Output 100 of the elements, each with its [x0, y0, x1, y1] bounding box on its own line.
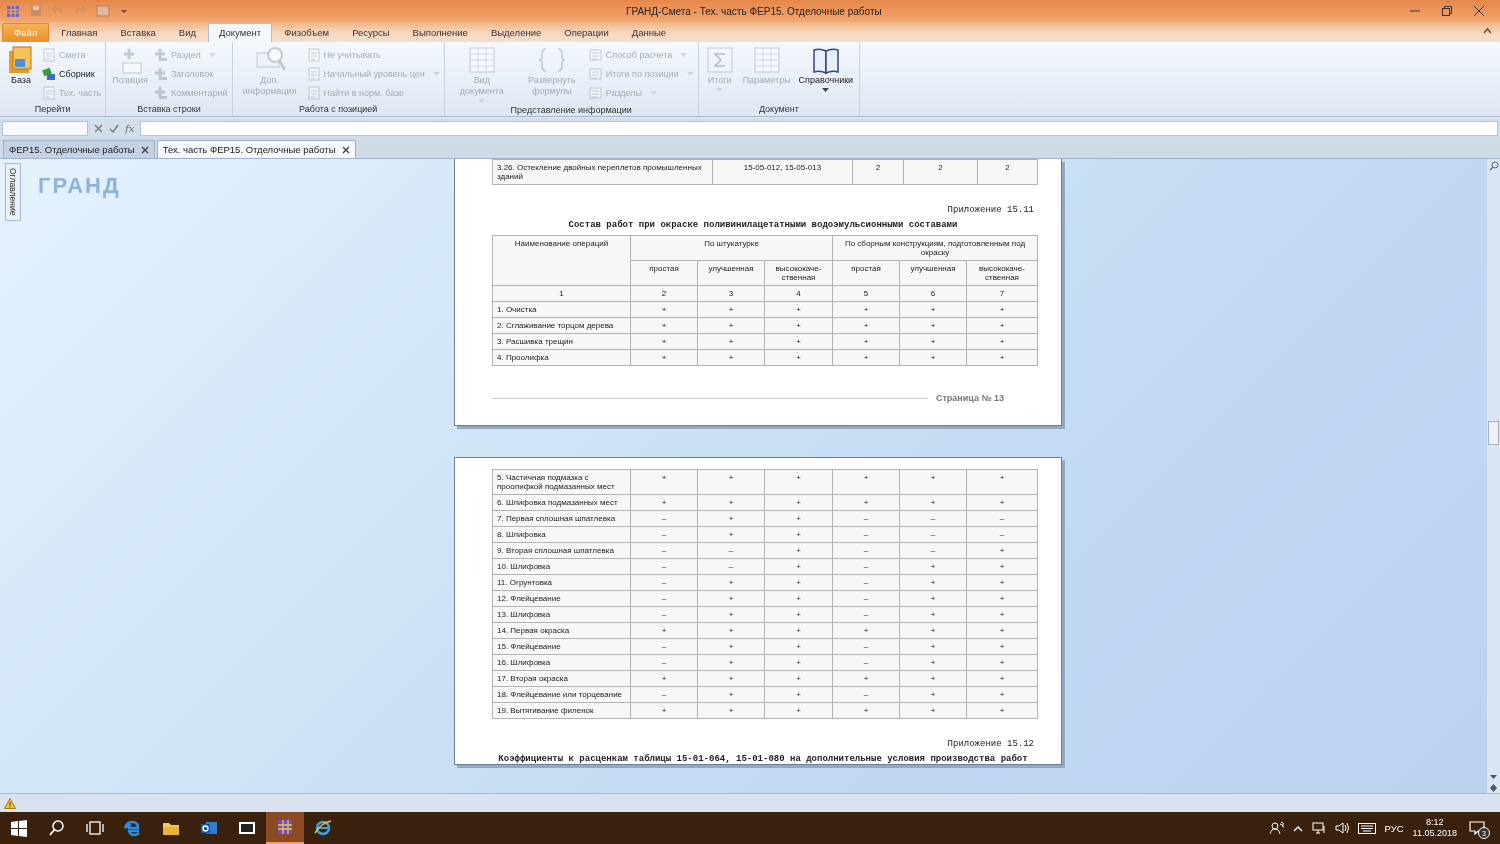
- table-cell: 5. Частичная подмазка с проолифкой подмазанных мест: [492, 469, 631, 495]
- zoom-icon[interactable]: [1488, 161, 1499, 171]
- ribbon-button[interactable]: База: [4, 45, 38, 103]
- document-icon: [306, 86, 321, 100]
- table-cell: 2: [903, 159, 978, 185]
- document-icon: [42, 86, 56, 100]
- list-icon: [588, 67, 603, 81]
- volume-icon[interactable]: [1334, 822, 1349, 834]
- clock-date[interactable]: 11.05.2018: [1412, 828, 1457, 839]
- table-cell: +: [966, 469, 1038, 495]
- caret-down-icon: [716, 88, 724, 93]
- document-icon: [306, 67, 321, 81]
- arrow-down-icon[interactable]: [1490, 775, 1497, 780]
- function-button[interactable]: fx: [125, 122, 135, 134]
- table-cell: +: [764, 469, 833, 495]
- table-title: Коэффициенты к расценкам таблицы 15-01-064, 15-01-080 на дополнительные условия производства работ: [497, 754, 1029, 764]
- arrow-down-icon[interactable]: [1490, 788, 1497, 793]
- column-header: Наименование операций: [492, 235, 631, 286]
- window-title: ГРАНД-Смета - Тех. часть ФЕР15. Отделочные работы: [626, 5, 883, 17]
- stack-icon: [42, 67, 56, 81]
- plus-icon: [153, 67, 168, 81]
- document-tab[interactable]: ФЕР15. Отделочные работы: [3, 140, 155, 158]
- side-panel-tab[interactable]: Оглавление: [5, 163, 21, 221]
- restore-icon[interactable]: [1442, 6, 1452, 16]
- close-icon[interactable]: [341, 145, 350, 154]
- group-label: Работа с позицией: [298, 103, 379, 116]
- document-icon: [42, 48, 56, 62]
- table-icon: [466, 45, 497, 75]
- person-icon[interactable]: [1269, 821, 1284, 835]
- globe-icon[interactable]: [314, 819, 332, 837]
- group-label: Представление информации: [509, 104, 633, 116]
- arrow-up-icon[interactable]: [1490, 783, 1497, 788]
- tab-label: Тех. часть ФЕР15. Отделочные работы: [162, 144, 336, 155]
- windows-logo-icon[interactable]: [10, 819, 28, 837]
- table-cell: 2: [977, 159, 1038, 185]
- table-cell: +: [899, 469, 967, 495]
- table-cell: +: [832, 469, 900, 495]
- table-cell: 2: [852, 159, 904, 185]
- ribbon-button[interactable]: Справочники: [796, 45, 856, 103]
- spreadsheet-app-icon[interactable]: [276, 818, 294, 836]
- mail-icon[interactable]: [200, 819, 218, 837]
- group-label: Перейти: [33, 103, 72, 116]
- ribbon-tab[interactable]: Данные: [620, 23, 678, 42]
- ribbon-tab[interactable]: Главная: [50, 23, 109, 42]
- ribbon-tab[interactable]: Физобъем: [273, 23, 341, 42]
- formula-field[interactable]: [140, 120, 1498, 136]
- ribbon-tab[interactable]: Выполнение: [401, 23, 479, 42]
- column-header: По сборным конструкциям, подготовленным под окраску: [832, 235, 1038, 261]
- name-field[interactable]: [2, 120, 88, 136]
- plus-icon: [153, 48, 168, 62]
- ribbon-button[interactable]: Сборник: [42, 66, 102, 82]
- table-cell: +: [697, 469, 765, 495]
- scrollbar[interactable]: [1487, 159, 1500, 793]
- tab-label: ФЕР15. Отделочные работы: [9, 144, 135, 155]
- table-icon: [751, 45, 782, 75]
- column-header: По штукатурке: [630, 235, 833, 261]
- table-title: Состав работ при окраске поливинилацетатными водоэмульсионными составами: [567, 220, 959, 230]
- network-icon[interactable]: [1311, 822, 1326, 834]
- table-cell: 15-05-012, 15-05-013: [712, 159, 853, 185]
- caret-down-icon: [208, 52, 216, 58]
- close-icon[interactable]: [1474, 6, 1484, 16]
- caret-down-icon: [478, 99, 486, 104]
- ribbon-tab[interactable]: Документ: [208, 23, 273, 42]
- browser-icon[interactable]: [124, 819, 142, 837]
- caret-down-icon: [686, 71, 694, 77]
- ribbon-tab[interactable]: Операции: [553, 23, 620, 42]
- plus-icon: [153, 86, 168, 100]
- warning-icon[interactable]: [4, 797, 16, 809]
- document-tab[interactable]: Тех. часть ФЕР15. Отделочные работы: [156, 140, 356, 158]
- cancel-icon[interactable]: [94, 123, 103, 133]
- table-cell: +: [630, 469, 698, 495]
- caret-down-icon: [432, 71, 440, 77]
- ribbon-tab[interactable]: Ресурсы: [341, 23, 401, 42]
- notification-icon[interactable]: [1469, 821, 1485, 835]
- clock-time[interactable]: 8:12: [1426, 817, 1444, 828]
- group-label: Документ: [757, 103, 800, 116]
- appendix-label: Приложение 15.12: [946, 739, 1034, 749]
- table-cell: 3.26. Остекление двойных переплетов промышленных зданий: [492, 159, 713, 185]
- collapse-ribbon-icon[interactable]: [1483, 27, 1492, 34]
- caret-down-icon: [680, 52, 688, 58]
- close-icon[interactable]: [140, 145, 149, 154]
- task-view-icon[interactable]: [86, 819, 104, 837]
- caret-down-icon[interactable]: [120, 7, 128, 15]
- caret-down-icon: [822, 88, 830, 93]
- app-logo: ГРАНД: [38, 173, 121, 199]
- check-icon[interactable]: [109, 123, 119, 133]
- braces-icon: [536, 45, 567, 75]
- sum-icon: [704, 45, 735, 75]
- group-label: Вставка строки: [136, 103, 202, 116]
- list-icon: [588, 48, 603, 62]
- ribbon-tab[interactable]: Вид: [167, 23, 208, 42]
- keyboard-icon[interactable]: [1357, 822, 1376, 834]
- language-indicator[interactable]: РУС: [1384, 822, 1404, 834]
- caret-up-icon[interactable]: [1292, 824, 1303, 832]
- ribbon-tab[interactable]: Выделение: [479, 23, 553, 42]
- ribbon-tab[interactable]: Вставка: [109, 23, 167, 42]
- page-number: Страница № 13: [935, 393, 1005, 403]
- scroll-thumb[interactable]: [1488, 421, 1499, 445]
- book-icon: [810, 45, 841, 75]
- search-icon[interactable]: [48, 819, 66, 837]
